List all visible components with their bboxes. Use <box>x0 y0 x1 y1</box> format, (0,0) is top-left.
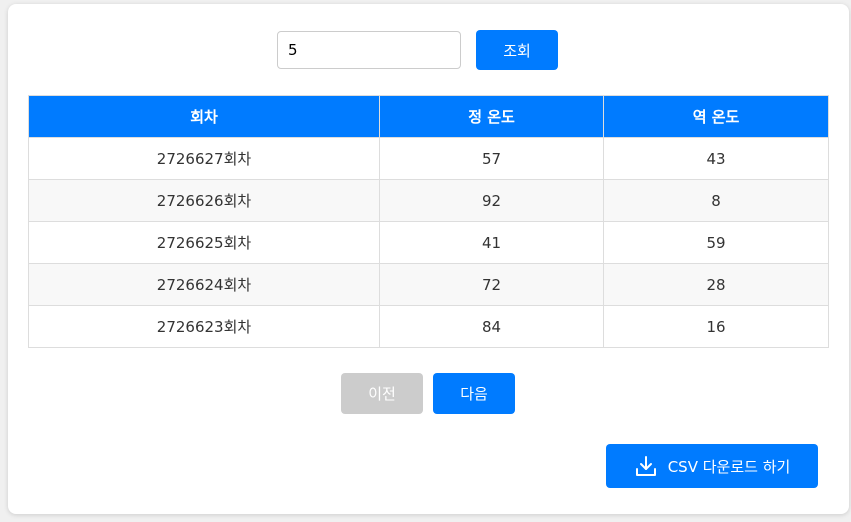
table-row: 2726623회차 84 16 <box>28 305 829 348</box>
cell-round: 2726625회차 <box>28 221 380 264</box>
main-card: 조회 회차 정 온도 역 온도 2726627회차 57 43 2726626회… <box>8 4 849 514</box>
cell-forward-temp: 57 <box>379 137 604 180</box>
table-header-row: 회차 정 온도 역 온도 <box>28 95 829 138</box>
table-row: 2726625회차 41 59 <box>28 221 829 264</box>
table-row: 2726626회차 92 8 <box>28 179 829 222</box>
results-table: 회차 정 온도 역 온도 2726627회차 57 43 2726626회차 9… <box>28 95 829 348</box>
next-button[interactable]: 다음 <box>433 373 515 414</box>
cell-reverse-temp: 8 <box>603 179 829 222</box>
csv-download-label: CSV 다운로드 하기 <box>667 457 791 476</box>
search-button[interactable]: 조회 <box>476 30 558 70</box>
cell-reverse-temp: 59 <box>603 221 829 264</box>
cell-forward-temp: 41 <box>379 221 604 264</box>
cell-reverse-temp: 16 <box>603 305 829 348</box>
csv-download-button[interactable]: CSV 다운로드 하기 <box>606 444 818 488</box>
cell-forward-temp: 92 <box>379 179 604 222</box>
cell-round: 2726626회차 <box>28 179 380 222</box>
table-row: 2726624회차 72 28 <box>28 263 829 306</box>
cell-round: 2726624회차 <box>28 263 380 306</box>
download-icon <box>634 454 658 478</box>
cell-forward-temp: 84 <box>379 305 604 348</box>
header-forward-temp: 정 온도 <box>379 95 604 138</box>
cell-reverse-temp: 28 <box>603 263 829 306</box>
header-reverse-temp: 역 온도 <box>603 95 829 138</box>
header-round: 회차 <box>28 95 380 138</box>
cell-round: 2726627회차 <box>28 137 380 180</box>
cell-reverse-temp: 43 <box>603 137 829 180</box>
count-input[interactable] <box>277 31 461 69</box>
cell-round: 2726623회차 <box>28 305 380 348</box>
cell-forward-temp: 72 <box>379 263 604 306</box>
search-row: 조회 <box>277 30 558 70</box>
table-row: 2726627회차 57 43 <box>28 137 829 180</box>
pagination: 이전 다음 <box>341 373 515 414</box>
prev-button[interactable]: 이전 <box>341 373 423 414</box>
